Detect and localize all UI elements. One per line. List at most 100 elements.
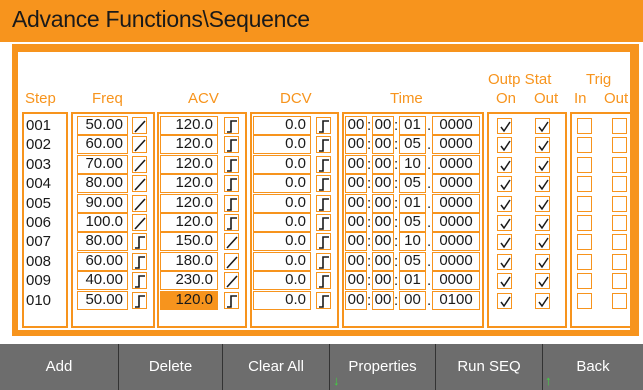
acv-value-field[interactable]: 120.0: [160, 291, 218, 310]
step-icon[interactable]: [316, 175, 331, 192]
time-minutes-field[interactable]: 00: [372, 252, 394, 271]
time-seconds-field[interactable]: 05: [399, 174, 426, 193]
output-on-checkbox[interactable]: [497, 176, 512, 192]
time-hours-field[interactable]: 00: [345, 271, 367, 290]
step-icon[interactable]: [132, 233, 147, 250]
trig-out-checkbox[interactable]: [612, 137, 627, 153]
freq-value-field[interactable]: 50.00: [77, 291, 128, 310]
output-out-checkbox[interactable]: [535, 118, 550, 134]
step-icon[interactable]: [316, 117, 331, 134]
time-fraction-field[interactable]: 0000: [432, 155, 480, 174]
output-out-checkbox[interactable]: [535, 254, 550, 270]
time-seconds-field[interactable]: 01: [399, 194, 426, 213]
trig-in-checkbox[interactable]: [577, 234, 592, 250]
step-icon[interactable]: [316, 136, 331, 153]
acv-value-field[interactable]: 120.0: [160, 116, 218, 135]
dcv-value-field[interactable]: 0.0: [253, 252, 311, 271]
delete-button[interactable]: Delete: [119, 344, 222, 390]
acv-value-field[interactable]: 230.0: [160, 271, 218, 290]
time-minutes-field[interactable]: 00: [372, 155, 394, 174]
trig-in-checkbox[interactable]: [577, 215, 592, 231]
output-on-checkbox[interactable]: [497, 196, 512, 212]
time-seconds-field[interactable]: 05: [399, 135, 426, 154]
time-seconds-field[interactable]: 01: [399, 271, 426, 290]
trig-in-checkbox[interactable]: [577, 176, 592, 192]
ramp-icon[interactable]: [224, 253, 239, 270]
acv-value-field[interactable]: 150.0: [160, 232, 218, 251]
output-on-checkbox[interactable]: [497, 157, 512, 173]
output-out-checkbox[interactable]: [535, 176, 550, 192]
back-button[interactable]: Back: [543, 344, 643, 390]
time-minutes-field[interactable]: 00: [372, 291, 394, 310]
time-hours-field[interactable]: 00: [345, 232, 367, 251]
output-on-checkbox[interactable]: [497, 118, 512, 134]
step-icon[interactable]: [316, 292, 331, 309]
dcv-value-field[interactable]: 0.0: [253, 135, 311, 154]
output-out-checkbox[interactable]: [535, 215, 550, 231]
dcv-value-field[interactable]: 0.0: [253, 291, 311, 310]
freq-value-field[interactable]: 60.00: [77, 135, 128, 154]
step-icon[interactable]: [316, 156, 331, 173]
step-icon[interactable]: [224, 292, 239, 309]
step-icon[interactable]: [224, 214, 239, 231]
freq-value-field[interactable]: 70.00: [77, 155, 128, 174]
trig-in-checkbox[interactable]: [577, 137, 592, 153]
output-out-checkbox[interactable]: [535, 273, 550, 289]
trig-out-checkbox[interactable]: [612, 196, 627, 212]
time-seconds-field[interactable]: 05: [399, 252, 426, 271]
time-seconds-field[interactable]: 05: [399, 213, 426, 232]
output-out-checkbox[interactable]: [535, 157, 550, 173]
time-hours-field[interactable]: 00: [345, 155, 367, 174]
trig-out-checkbox[interactable]: [612, 293, 627, 309]
step-icon[interactable]: [224, 117, 239, 134]
acv-value-field[interactable]: 180.0: [160, 252, 218, 271]
time-fraction-field[interactable]: 0000: [432, 135, 480, 154]
time-seconds-field[interactable]: 10: [399, 232, 426, 251]
output-out-checkbox[interactable]: [535, 293, 550, 309]
time-fraction-field[interactable]: 0000: [432, 174, 480, 193]
time-fraction-field[interactable]: 0000: [432, 213, 480, 232]
time-fraction-field[interactable]: 0000: [432, 271, 480, 290]
ramp-icon[interactable]: [224, 233, 239, 250]
step-icon[interactable]: [132, 272, 147, 289]
time-fraction-field[interactable]: 0000: [432, 232, 480, 251]
time-minutes-field[interactable]: 00: [372, 213, 394, 232]
trig-in-checkbox[interactable]: [577, 118, 592, 134]
freq-value-field[interactable]: 80.00: [77, 174, 128, 193]
time-hours-field[interactable]: 00: [345, 194, 367, 213]
time-fraction-field[interactable]: 0000: [432, 252, 480, 271]
trig-in-checkbox[interactable]: [577, 196, 592, 212]
acv-value-field[interactable]: 120.0: [160, 155, 218, 174]
step-icon[interactable]: [316, 253, 331, 270]
time-hours-field[interactable]: 00: [345, 116, 367, 135]
acv-value-field[interactable]: 120.0: [160, 213, 218, 232]
trig-out-checkbox[interactable]: [612, 215, 627, 231]
dcv-value-field[interactable]: 0.0: [253, 116, 311, 135]
run-seq-button[interactable]: Run SEQ: [436, 344, 542, 390]
dcv-value-field[interactable]: 0.0: [253, 174, 311, 193]
output-on-checkbox[interactable]: [497, 215, 512, 231]
time-minutes-field[interactable]: 00: [372, 174, 394, 193]
trig-out-checkbox[interactable]: [612, 118, 627, 134]
trig-out-checkbox[interactable]: [612, 234, 627, 250]
trig-out-checkbox[interactable]: [612, 254, 627, 270]
output-on-checkbox[interactable]: [497, 293, 512, 309]
time-hours-field[interactable]: 00: [345, 135, 367, 154]
trig-out-checkbox[interactable]: [612, 157, 627, 173]
freq-value-field[interactable]: 90.00: [77, 194, 128, 213]
time-fraction-field[interactable]: 0000: [432, 194, 480, 213]
time-hours-field[interactable]: 00: [345, 291, 367, 310]
ramp-icon[interactable]: [132, 156, 147, 173]
step-icon[interactable]: [224, 195, 239, 212]
step-icon[interactable]: [224, 136, 239, 153]
ramp-icon[interactable]: [132, 175, 147, 192]
freq-value-field[interactable]: 60.00: [77, 252, 128, 271]
freq-value-field[interactable]: 100.0: [77, 213, 128, 232]
time-minutes-field[interactable]: 00: [372, 194, 394, 213]
time-hours-field[interactable]: 00: [345, 252, 367, 271]
time-seconds-field[interactable]: 01: [399, 116, 426, 135]
output-out-checkbox[interactable]: [535, 196, 550, 212]
output-on-checkbox[interactable]: [497, 137, 512, 153]
time-minutes-field[interactable]: 00: [372, 116, 394, 135]
trig-in-checkbox[interactable]: [577, 254, 592, 270]
